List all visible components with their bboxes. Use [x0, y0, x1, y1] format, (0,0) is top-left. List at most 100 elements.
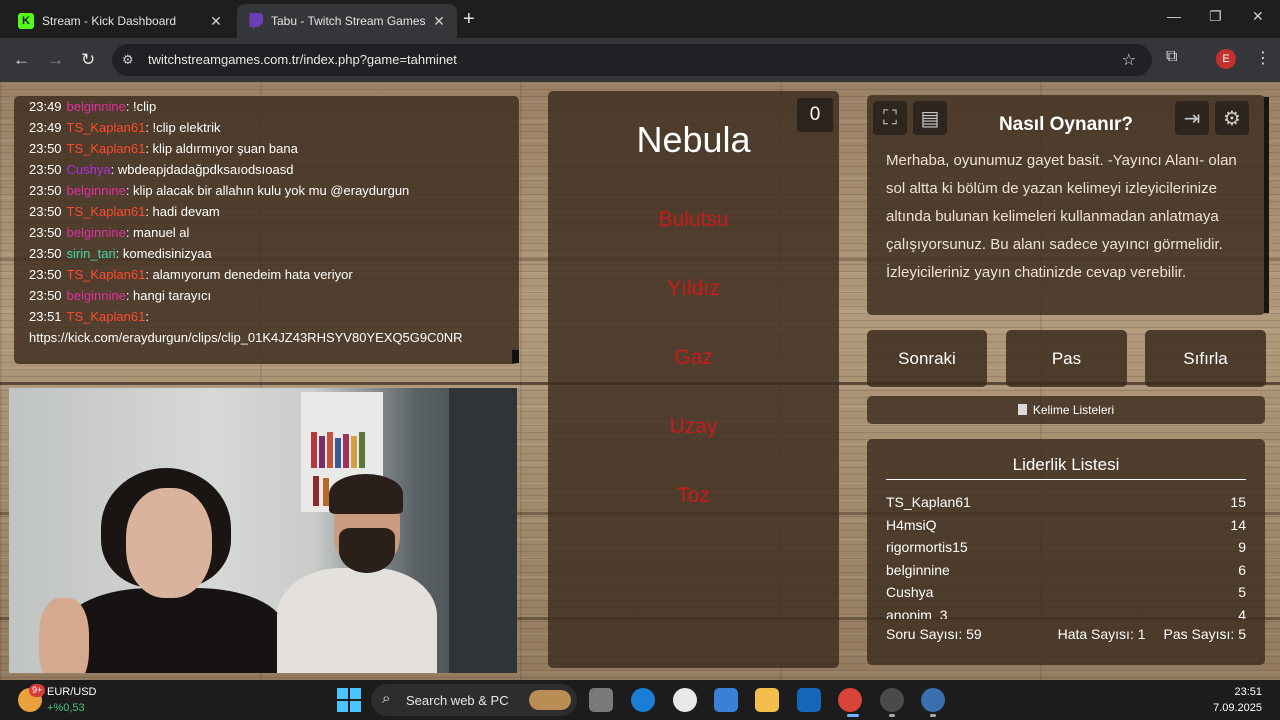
url-text[interactable]: twitchstreamgames.com.tr/index.php?game=…	[148, 52, 457, 67]
tab-title: Tabu - Twitch Stream Games	[271, 14, 426, 28]
chrome-icon[interactable]	[838, 688, 862, 712]
leaderboard-row: TS_Kaplan61 15	[886, 491, 1246, 514]
error-count: Hata Sayısı: 1	[1057, 626, 1146, 642]
streamer-face	[126, 488, 212, 598]
profile-avatar[interactable]: E	[1216, 49, 1236, 69]
file-explorer-icon[interactable]	[755, 688, 779, 712]
tab-tabu[interactable]: Tabu - Twitch Stream Games ✕	[237, 4, 457, 38]
active-indicator	[847, 714, 859, 717]
leaderboard-row: belginnine 6	[886, 559, 1246, 582]
search-label: Search web & PC	[406, 693, 509, 708]
chat-username[interactable]: TS_Kaplan61	[67, 204, 146, 219]
leaderboard-title: Liderlik Listesi	[886, 455, 1246, 480]
close-icon[interactable]: ✕	[431, 13, 447, 30]
new-tab-icon[interactable]: +	[463, 9, 475, 29]
settings-gear-icon[interactable]: ⚙	[1215, 101, 1249, 135]
back-icon[interactable]: ←	[13, 50, 30, 70]
reload-icon[interactable]: ↻	[81, 50, 95, 70]
chat-message: 23:50 TS_Kaplan61: klip aldırmıyor şuan b…	[29, 138, 519, 159]
leaderboard-list[interactable]: TS_Kaplan61 15 H4msiQ 14 rigormortis15 9 belgi…	[886, 491, 1246, 619]
chat-timestamp: 23:50	[29, 204, 62, 219]
chat-scrollbar[interactable]	[512, 350, 519, 363]
tab-title: Stream - Kick Dashboard	[42, 14, 177, 28]
omnibox[interactable]: ⚙ twitchstreamgames.com.tr/index.php?gam…	[112, 44, 1152, 76]
chat-username[interactable]: sirin_tari	[67, 246, 116, 261]
chat-username[interactable]: TS_Kaplan61	[67, 309, 146, 324]
player-score: 15	[1230, 494, 1246, 510]
player-score: 6	[1238, 561, 1246, 578]
game-stats: Soru Sayısı: 59 Hata Sayısı: 1 Pas Sayıs…	[886, 626, 1246, 642]
tab-strip: K Stream - Kick Dashboard ✕ Tabu - Twitc…	[0, 0, 1280, 38]
chat-message: 23:50 belginnine: hangi tarayıcı	[29, 285, 519, 306]
chat-timestamp: 23:50	[29, 225, 62, 240]
tab-search-icon[interactable]: ⧉	[1166, 48, 1177, 66]
player-score: 4	[1238, 606, 1246, 620]
clipboard-icon	[1017, 404, 1027, 415]
tab-kick-dashboard[interactable]: K Stream - Kick Dashboard ✕	[8, 4, 234, 38]
taskbar-search[interactable]: ⌕ Search web & PC	[371, 684, 577, 716]
chat-text: : komedisinizyaa	[115, 246, 212, 261]
taboo-word: Toz	[677, 484, 710, 507]
bookmark-star-icon[interactable]: ☆	[1122, 50, 1136, 70]
chat-message: 23:51 TS_Kaplan61: https://kick.com/erayd…	[29, 306, 509, 348]
site-info-icon[interactable]: ⚙	[122, 52, 134, 68]
pass-button[interactable]: Pas	[1006, 330, 1127, 387]
player-score: 9	[1238, 539, 1246, 555]
pass-count: Pas Sayısı: 5	[1163, 626, 1246, 642]
widget-value[interactable]: +%0,53	[47, 702, 85, 714]
minimize-icon[interactable]: —	[1167, 8, 1181, 24]
chat-message: 23:49 belginnine: !clip	[29, 96, 519, 117]
chat-text: : hangi tarayıcı	[125, 288, 212, 303]
chat-text: : !clip elektrik	[145, 120, 221, 135]
store-icon[interactable]	[714, 688, 738, 712]
leaderboard-row: rigormortis15 9	[886, 536, 1246, 559]
taboo-word: Bulutsu	[658, 208, 729, 231]
chat-username[interactable]: belginnine	[67, 288, 126, 303]
app-icon[interactable]	[921, 688, 945, 712]
task-view-icon[interactable]	[589, 688, 613, 712]
chat-username[interactable]: belginnine	[67, 99, 126, 114]
chat-username[interactable]: belginnine	[67, 225, 126, 240]
chat-username[interactable]: TS_Kaplan61	[67, 267, 146, 282]
next-button[interactable]: Sonraki	[867, 330, 987, 387]
app-icon[interactable]	[880, 688, 904, 712]
leaderboard-panel: Liderlik Listesi TS_Kaplan61 15 H4msiQ 14 ri…	[867, 439, 1265, 665]
widget-title[interactable]: EUR/USD	[47, 686, 97, 698]
close-window-icon[interactable]: ✕	[1252, 8, 1264, 25]
chat-text: : klip alacak bir allahın kulu yok mu @e…	[125, 183, 410, 198]
chat-username[interactable]: Cushya	[67, 162, 111, 177]
player-name: belginnine	[886, 561, 950, 578]
menu-icon[interactable]: ⋮	[1255, 48, 1271, 68]
chat-timestamp: 23:49	[29, 120, 62, 135]
edge-icon[interactable]	[631, 688, 655, 712]
windows-start-icon[interactable]	[337, 688, 361, 712]
chat-username[interactable]: belginnine	[67, 183, 126, 198]
clock-time[interactable]: 23:51	[1234, 686, 1262, 698]
chat-text: : !clip	[125, 99, 157, 114]
exit-icon[interactable]: ⇥	[1175, 101, 1209, 135]
clock-date[interactable]: 7.09.2025	[1213, 702, 1262, 714]
running-indicator	[930, 714, 936, 717]
kick-icon: K	[18, 13, 34, 29]
how-to-play-text: Merhaba, oyunumuz gayet basit. -Yayıncı …	[886, 152, 1237, 281]
close-icon[interactable]: ✕	[208, 13, 224, 30]
webcam-feed	[9, 388, 517, 673]
chat-username[interactable]: TS_Kaplan61	[67, 141, 146, 156]
reset-button[interactable]: Sıfırla	[1145, 330, 1266, 387]
forward-icon[interactable]: →	[47, 50, 64, 70]
chat-message: 23:50 TS_Kaplan61: alamıyorum denedeim ha…	[29, 264, 519, 285]
chat-message: 23:50 TS_Kaplan61: hadi devam	[29, 201, 519, 222]
chat-message: 23:50 Cushya: wbdeapjdadağpdksaıodsıoasd	[29, 159, 519, 180]
outlook-icon[interactable]	[797, 688, 821, 712]
chat-text: : hadi devam	[145, 204, 220, 219]
taboo-word: Gaz	[674, 346, 713, 369]
chat-text: : alamıyorum denedeim hata veriyor	[145, 267, 353, 282]
player-score: 14	[1230, 516, 1246, 533]
taboo-card: 0 Nebula Bulutsu Yıldız Gaz Uzay Toz	[548, 91, 839, 668]
panel-scrollbar[interactable]	[1264, 97, 1269, 313]
leaderboard-row: anonim_3 4	[886, 604, 1246, 620]
chatgpt-icon[interactable]	[673, 688, 697, 712]
chat-username[interactable]: TS_Kaplan61	[67, 120, 146, 135]
restore-icon[interactable]: ❐	[1209, 8, 1222, 25]
word-lists-button[interactable]: Kelime Listeleri	[867, 396, 1265, 424]
